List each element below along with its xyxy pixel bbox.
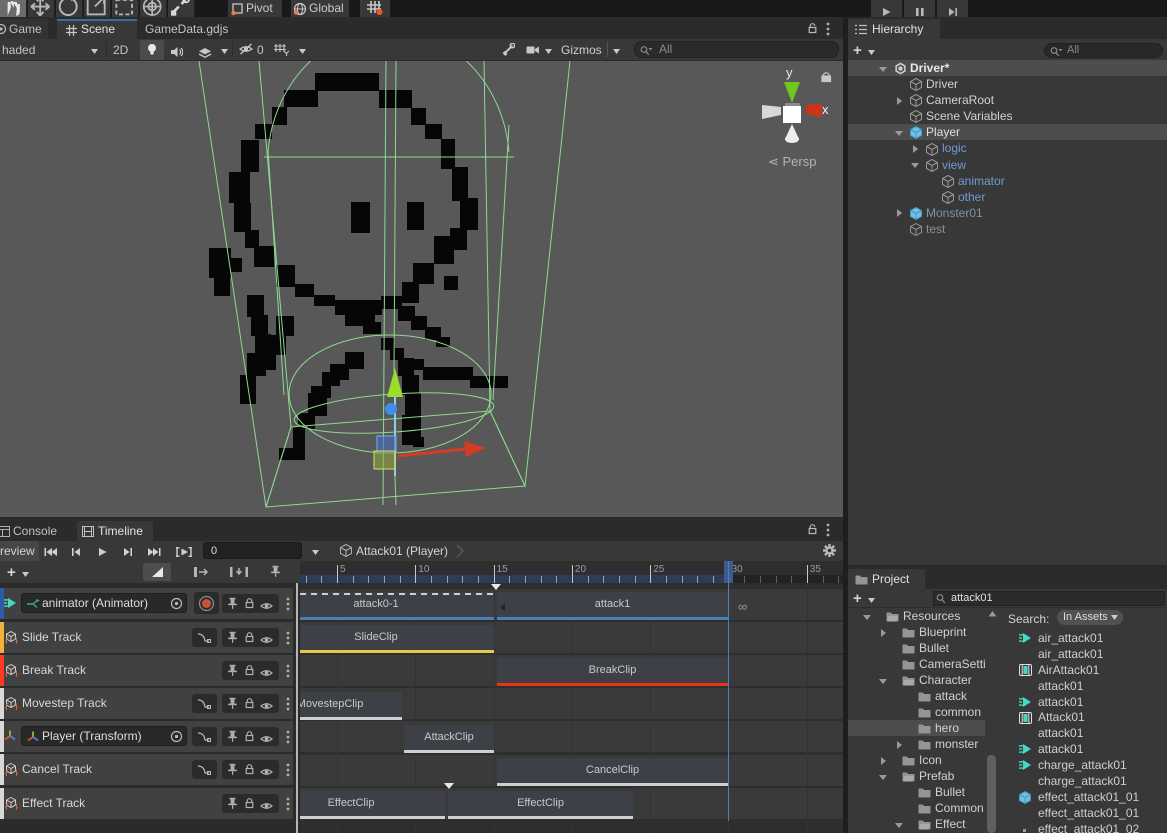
- svg-text:⋖ Persp: ⋖ Persp: [768, 154, 816, 169]
- svg-text:{: {: [4, 803, 9, 811]
- svg-text:{: {: [4, 670, 9, 678]
- svg-text:}: }: [14, 703, 19, 711]
- svg-text:{: {: [4, 703, 9, 711]
- svg-text:}: }: [14, 803, 19, 811]
- svg-text:x: x: [822, 102, 829, 117]
- svg-text:}: }: [14, 769, 19, 777]
- svg-text:{: {: [4, 637, 9, 645]
- svg-text:{: {: [4, 769, 9, 777]
- svg-text:y: y: [786, 65, 793, 80]
- svg-text:}: }: [14, 670, 19, 678]
- svg-text:}: }: [14, 637, 19, 645]
